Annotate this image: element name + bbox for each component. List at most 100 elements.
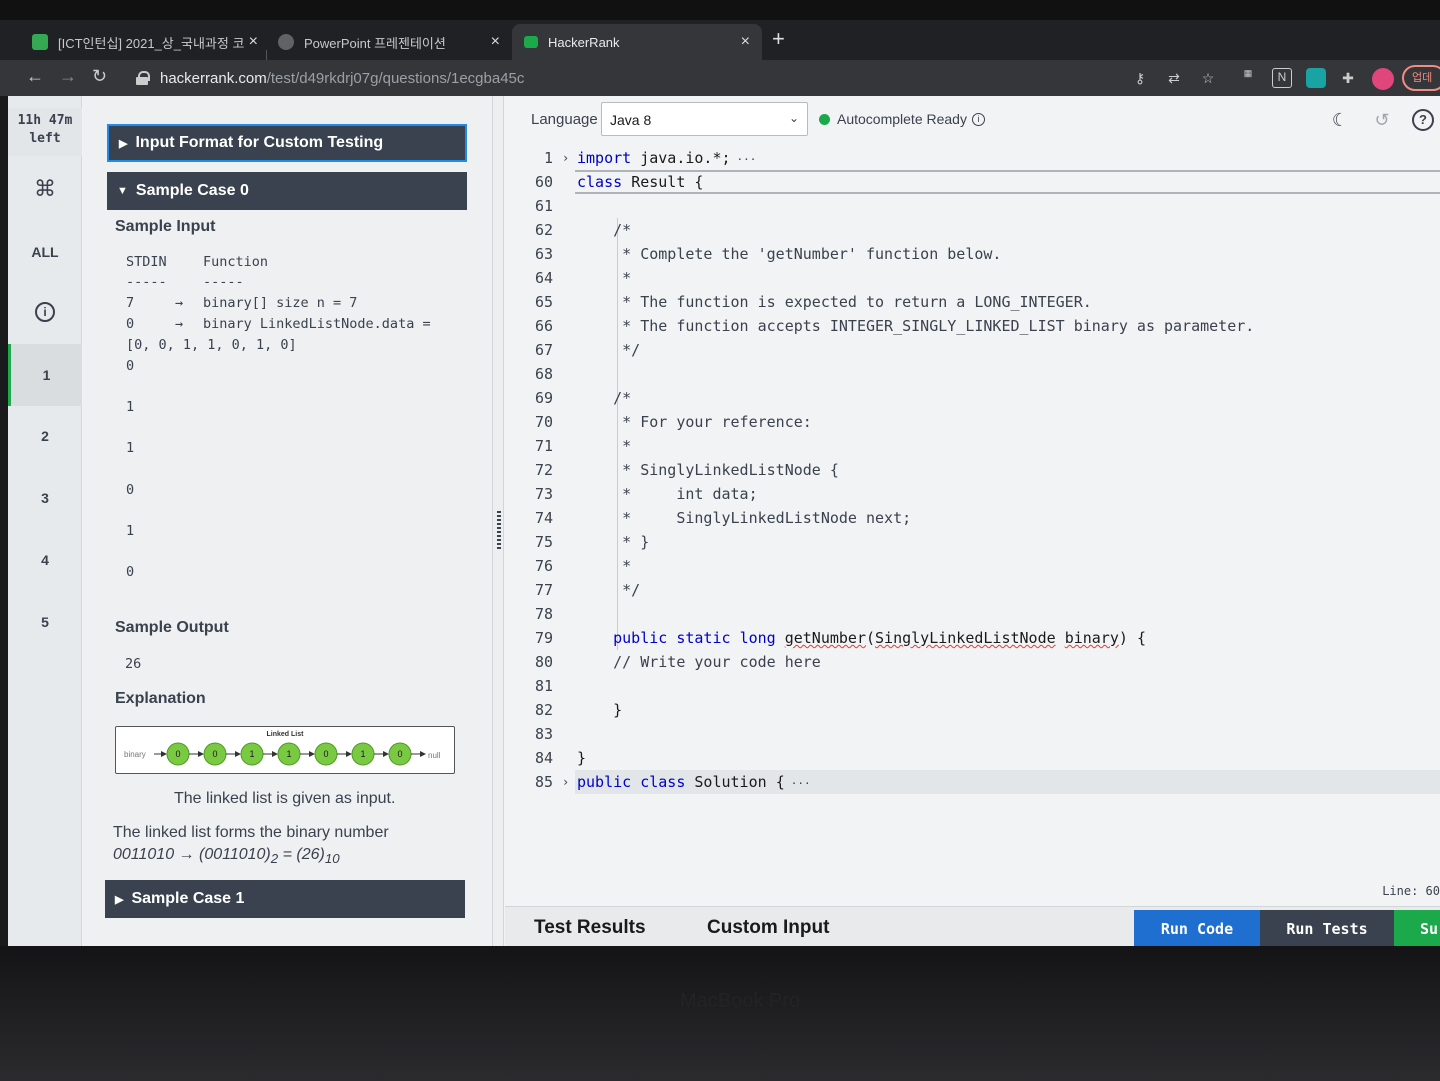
key-icon[interactable]: ⚷ <box>1130 68 1150 88</box>
stdin-value: 7 <box>126 295 135 311</box>
teal-extension-icon[interactable] <box>1306 68 1326 88</box>
list-node-value: 1 <box>360 749 365 759</box>
language-select[interactable]: Java 8 ⌄ <box>601 102 808 136</box>
code-comment: * int data; <box>577 485 758 503</box>
editor-toolbar: Language Java 8 ⌄ Autocomplete Ready i ☾… <box>505 96 1440 146</box>
question-5[interactable]: 5 <box>8 614 82 630</box>
diagram-start-label: binary <box>124 750 146 759</box>
line-number: 81 <box>534 677 553 695</box>
fold-chevron-icon[interactable]: › <box>562 146 572 170</box>
history-icon[interactable]: ↺ <box>1371 109 1393 131</box>
hackerrank-favicon-icon <box>524 36 538 48</box>
address-bar[interactable]: hackerrank.com/test/d49rkdrj07g/question… <box>122 64 1122 92</box>
line-number: 75 <box>534 533 553 551</box>
stdin-header: STDIN <box>126 254 167 270</box>
line-number: 84 <box>534 749 553 767</box>
tab-test-results[interactable]: Test Results <box>534 917 646 939</box>
accordion-title: Sample Case 1 <box>131 890 245 907</box>
puzzle-extensions-icon[interactable]: ✚ <box>1338 68 1358 88</box>
run-tests-button[interactable]: Run Tests <box>1260 910 1394 947</box>
forward-arrow-icon[interactable]: → <box>59 66 77 87</box>
line-number: 70 <box>534 413 553 431</box>
chevron-down-icon: ⌄ <box>788 111 799 125</box>
profile-avatar[interactable] <box>1372 68 1394 90</box>
close-tab-icon[interactable]: × <box>741 33 750 51</box>
explanation-line-2: The linked list forms the binary number <box>113 824 389 841</box>
panel-resizer[interactable] <box>492 96 504 946</box>
sample-case-0-accordion[interactable]: ▼ Sample Case 0 <box>107 172 467 210</box>
run-code-button[interactable]: Run Code <box>1134 910 1260 947</box>
caret-right-icon: ▶ <box>115 893 124 906</box>
lock-icon <box>136 71 150 85</box>
binary-extension-icon[interactable]: ▦ <box>1238 68 1258 88</box>
submit-button[interactable]: Su <box>1394 910 1440 947</box>
question-1[interactable]: 1 <box>8 344 82 406</box>
diagram-null-label: null <box>428 751 441 760</box>
line-number: 69 <box>534 389 553 407</box>
line-number: 65 <box>534 293 553 311</box>
input-format-accordion[interactable]: ▶ Input Format for Custom Testing <box>107 124 467 162</box>
array-line: [0, 0, 1, 1, 0, 1, 0] <box>126 337 297 353</box>
browser-tab-powerpoint[interactable]: PowerPoint 프레젠테이션 × <box>266 24 512 60</box>
screen-bezel <box>0 0 1440 20</box>
fold-ellipsis[interactable]: ··· <box>737 153 757 166</box>
command-icon[interactable]: ⌘ <box>8 176 82 202</box>
info-icon[interactable]: i <box>971 112 985 126</box>
close-tab-icon[interactable]: × <box>491 33 500 51</box>
browser-tab-hackerrank[interactable]: HackerRank × <box>512 24 762 60</box>
list-node-value: 0 <box>323 749 328 759</box>
current-line-highlight <box>575 170 1440 194</box>
formula-equals: = (26) <box>278 846 325 863</box>
code-line: * The function is expected to return a L… <box>577 290 1092 314</box>
tab-custom-input[interactable]: Custom Input <box>707 917 829 939</box>
tab-title: [ICT인턴십] 2021_상_국내과정 코 <box>58 35 245 51</box>
translate-icon[interactable]: ⇄ <box>1164 68 1184 88</box>
new-tab-button[interactable]: + <box>772 26 785 52</box>
status-dot <box>819 113 830 125</box>
rail-all[interactable]: ALL <box>8 244 82 260</box>
code-comment: */ <box>577 581 641 599</box>
line-number: 83 <box>534 725 553 743</box>
info-icon[interactable]: i <box>35 302 55 322</box>
code-comment: * <box>577 437 632 455</box>
question-4[interactable]: 4 <box>8 552 82 568</box>
list-node-value: 1 <box>249 749 254 759</box>
question-3[interactable]: 3 <box>8 490 82 506</box>
function-desc: binary LinkedListNode.data = <box>203 316 431 332</box>
line-number: 60 <box>534 173 553 191</box>
code-comment: * Complete the 'getNumber' function belo… <box>577 245 1002 263</box>
cursor-status: Line: 60 <box>1382 884 1440 898</box>
bookmark-star-icon[interactable]: ☆ <box>1198 68 1218 88</box>
code-comment: * The function accepts INTEGER_SINGLY_LI… <box>577 317 1255 335</box>
arrow: → <box>175 295 184 311</box>
line-number: 79 <box>534 629 553 647</box>
browser-tab-ict[interactable]: [ICT인턴십] 2021_상_국내과정 코 × <box>20 24 270 60</box>
url-host: hackerrank.com <box>160 69 267 87</box>
sample-input-label: Sample Input <box>115 218 216 235</box>
explanation-line-1: The linked list is given as input. <box>174 790 396 807</box>
laptop-bezel <box>0 946 1440 1081</box>
notion-extension-icon[interactable]: N <box>1272 68 1292 88</box>
drag-handle-icon[interactable] <box>497 511 501 551</box>
fold-chevron-icon[interactable]: › <box>562 770 572 794</box>
moon-theme-icon[interactable]: ☾ <box>1329 109 1351 131</box>
line-number: 71 <box>534 437 553 455</box>
update-button[interactable]: 업데 <box>1402 65 1440 91</box>
code-line: * Complete the 'getNumber' function belo… <box>577 242 1001 266</box>
line-number: 73 <box>534 485 553 503</box>
list-node-value: 1 <box>286 749 291 759</box>
hackerrank-page: 11h 47m left ⌘ ALL i 1 2 3 4 5 ▶ Input F… <box>8 96 1440 947</box>
sample-case-1-accordion[interactable]: ▶ Sample Case 1 <box>105 880 465 918</box>
code-comment: * SinglyLinkedListNode { <box>577 461 839 479</box>
close-tab-icon[interactable]: × <box>249 33 258 51</box>
help-icon[interactable]: ? <box>1412 109 1434 131</box>
autocomplete-label: Autocomplete Ready <box>837 111 967 127</box>
input-value: 1 <box>126 399 135 415</box>
fold-ellipsis[interactable]: ··· <box>791 777 811 790</box>
question-2[interactable]: 2 <box>8 428 82 444</box>
formula-binary: 0011010 → (0011010) <box>113 846 271 863</box>
code-line: * For your reference: <box>577 410 812 434</box>
back-arrow-icon[interactable]: ← <box>26 66 44 87</box>
reload-icon[interactable]: ↻ <box>92 66 107 87</box>
code-area[interactable]: 1 › import java.io.*; ··· 60 class Result {61… <box>505 146 1440 876</box>
